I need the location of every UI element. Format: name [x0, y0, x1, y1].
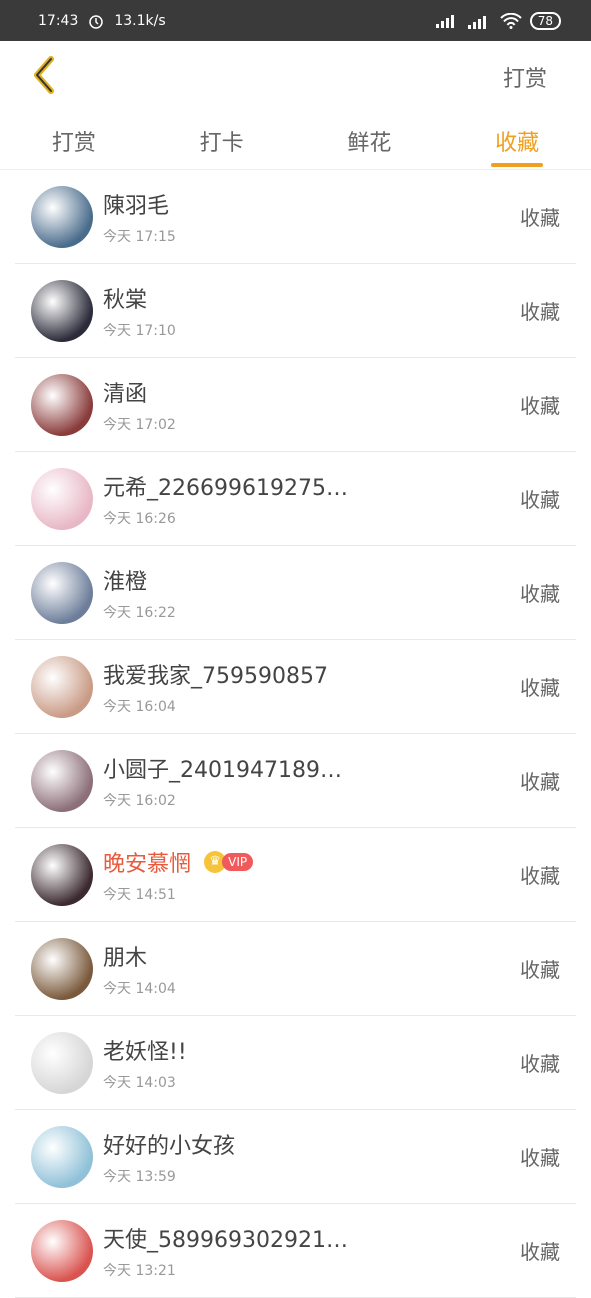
favorite-label: 收藏 [520, 1052, 560, 1076]
favorite-label: 收藏 [520, 394, 560, 418]
avatar[interactable] [31, 561, 93, 624]
favorite-label: 收藏 [520, 582, 560, 606]
chevron-left-icon [31, 55, 57, 99]
timestamp: 今天 14:04 [103, 980, 176, 997]
signal-icon [435, 14, 460, 28]
user-name: 老妖怪!! [103, 1039, 187, 1065]
tab-bar: 打赏 打卡 鲜花 收藏 [0, 113, 591, 170]
timestamp: 今天 13:59 [103, 1168, 176, 1185]
list-item[interactable]: 陳羽毛今天 17:15 收藏 [15, 170, 576, 264]
alarm-icon [88, 13, 104, 29]
user-name: 我爱我家_759590857 [103, 663, 328, 689]
wifi-icon [500, 12, 522, 29]
favorite-label: 收藏 [520, 300, 560, 324]
top-bar: 打赏 [0, 41, 591, 113]
list-item[interactable]: 好好的小女孩今天 13:59 收藏 [15, 1110, 576, 1204]
timestamp: 今天 16:02 [103, 792, 176, 809]
tab-flowers[interactable]: 鲜花 [296, 113, 444, 169]
status-time: 17:43 [38, 12, 79, 29]
avatar[interactable] [31, 749, 93, 812]
user-name: 晚安慕惘 [103, 851, 192, 877]
tab-favorites[interactable]: 收藏 [443, 113, 591, 169]
avatar[interactable] [31, 467, 93, 530]
list-item[interactable]: 元希_2266996192750158 今天 16:26 收藏 [15, 452, 576, 546]
vip-badge: ♛ VIP [204, 850, 254, 873]
tab-checkin[interactable]: 打卡 [148, 113, 296, 169]
favorite-label: 收藏 [520, 676, 560, 700]
timestamp: 今天 16:26 [103, 510, 176, 527]
user-name: 清函 [103, 381, 148, 407]
back-button[interactable] [24, 55, 64, 99]
timestamp: 今天 16:04 [103, 698, 176, 715]
user-name: 天使_5899693029217513 [103, 1227, 353, 1253]
avatar[interactable] [31, 655, 93, 718]
user-name: 秋棠 [103, 287, 148, 313]
user-name: 小圆子_240194718968... [103, 757, 353, 783]
favorite-label: 收藏 [520, 864, 560, 888]
vip-label: VIP [222, 852, 254, 871]
list-item[interactable]: 小圆子_240194718968... 今天 16:02 收藏 [15, 734, 576, 828]
timestamp: 今天 17:15 [103, 228, 176, 245]
user-name: 朋木 [103, 945, 148, 971]
avatar[interactable] [31, 1125, 93, 1188]
list-item[interactable]: 秋棠今天 17:10 收藏 [15, 264, 576, 358]
user-name: 淮橙 [103, 569, 148, 595]
battery-indicator: 78 [529, 11, 561, 30]
favorite-label: 收藏 [520, 1240, 560, 1264]
user-name: 陳羽毛 [103, 193, 170, 219]
user-name: 元希_2266996192750158 [103, 475, 353, 501]
user-name: 好好的小女孩 [103, 1133, 236, 1159]
avatar[interactable] [31, 937, 93, 1000]
favorites-list: 陳羽毛今天 17:15 收藏 秋棠今天 17:10 收藏 清函今天 17:02 … [0, 170, 591, 1298]
avatar[interactable] [31, 1219, 93, 1282]
timestamp: 今天 13:21 [103, 1262, 176, 1279]
favorite-label: 收藏 [520, 1146, 560, 1170]
list-item[interactable]: 晚安慕惘 ♛ VIP 今天 14:51 收藏 [15, 828, 576, 922]
favorite-label: 收藏 [520, 206, 560, 230]
tab-reward[interactable]: 打赏 [0, 113, 148, 169]
list-item[interactable]: 我爱我家_759590857 今天 16:04 收藏 [15, 640, 576, 734]
favorite-label: 收藏 [520, 770, 560, 794]
timestamp: 今天 14:51 [103, 886, 176, 903]
signal-hd-icon [467, 13, 492, 29]
reward-button[interactable]: 打赏 [503, 61, 547, 93]
avatar[interactable] [31, 373, 93, 436]
favorite-label: 收藏 [520, 488, 560, 512]
list-item[interactable]: 清函今天 17:02 收藏 [15, 358, 576, 452]
list-item[interactable]: 淮橙今天 16:22 收藏 [15, 546, 576, 640]
avatar[interactable] [31, 279, 93, 342]
timestamp: 今天 14:03 [103, 1074, 176, 1091]
avatar[interactable] [31, 843, 93, 906]
list-item[interactable]: 老妖怪!! 今天 14:03 收藏 [15, 1016, 576, 1110]
status-bar: 17:43 13.1k/s 78 [0, 0, 591, 41]
list-item[interactable]: 朋木今天 14:04 收藏 [15, 922, 576, 1016]
network-speed: 13.1k/s [114, 12, 166, 29]
avatar[interactable] [31, 1031, 93, 1094]
timestamp: 今天 16:22 [103, 604, 176, 621]
timestamp: 今天 17:02 [103, 416, 176, 433]
favorite-label: 收藏 [520, 958, 560, 982]
list-item[interactable]: 天使_5899693029217513 今天 13:21 收藏 [15, 1204, 576, 1298]
avatar[interactable] [31, 185, 93, 248]
timestamp: 今天 17:10 [103, 322, 176, 339]
